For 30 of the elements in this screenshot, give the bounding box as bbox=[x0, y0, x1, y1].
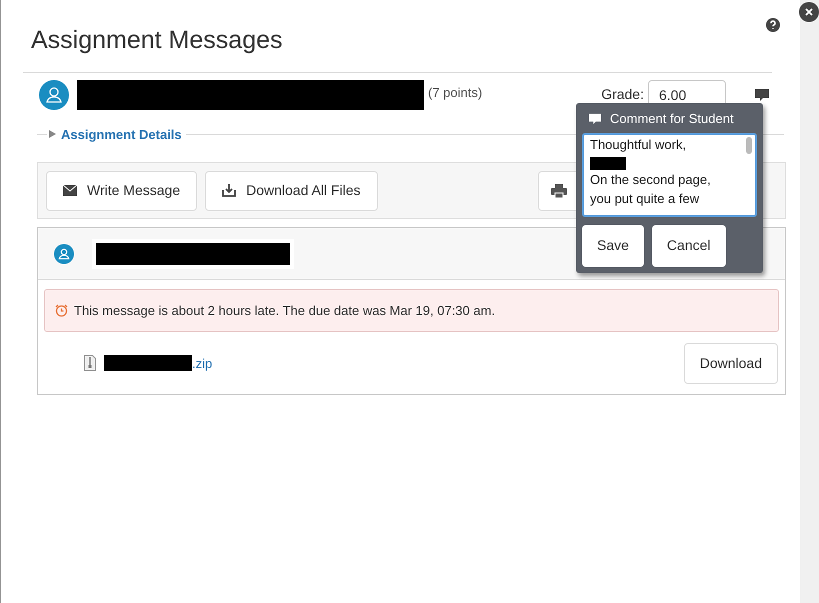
redaction-bar bbox=[590, 156, 626, 170]
help-icon[interactable] bbox=[766, 18, 780, 32]
scrollbar-thumb[interactable] bbox=[746, 136, 752, 154]
avatar-icon bbox=[54, 244, 74, 264]
comment-icon bbox=[588, 112, 602, 125]
dialog-title: Assignment Messages bbox=[31, 25, 283, 56]
expand-triangle-icon[interactable] bbox=[49, 130, 56, 138]
comment-text: Thoughtful work, bbox=[590, 136, 686, 152]
popover-title: Comment for Student bbox=[610, 110, 734, 128]
file-link[interactable]: .zip bbox=[192, 354, 212, 374]
envelope-icon bbox=[63, 185, 77, 196]
close-button[interactable] bbox=[799, 2, 819, 22]
points-label: (7 points) bbox=[428, 84, 482, 102]
download-icon bbox=[222, 184, 236, 197]
grade-label: Grade: bbox=[601, 85, 644, 104]
assignment-details-link[interactable]: Assignment Details bbox=[61, 124, 182, 144]
zip-file-icon bbox=[84, 355, 96, 371]
close-icon bbox=[805, 8, 813, 16]
printer-icon bbox=[551, 184, 567, 198]
alarm-clock-icon bbox=[55, 304, 68, 317]
save-button[interactable]: Save bbox=[582, 224, 644, 266]
download-button[interactable]: Download bbox=[684, 342, 778, 384]
download-all-button[interactable]: Download All Files bbox=[205, 170, 378, 210]
comment-text: On the second page, you put quite a few bbox=[590, 170, 712, 208]
cancel-button[interactable]: Cancel bbox=[652, 224, 726, 266]
late-notice-text: This message is about 2 hours late. The due date was Mar 19, 07:30 am. bbox=[74, 302, 496, 320]
comment-icon[interactable] bbox=[754, 88, 770, 102]
avatar-icon bbox=[39, 80, 69, 110]
comment-field[interactable]: Thoughtful work, On the second page, you put quite a few bbox=[582, 132, 757, 216]
write-message-button[interactable]: Write Message bbox=[46, 170, 198, 210]
